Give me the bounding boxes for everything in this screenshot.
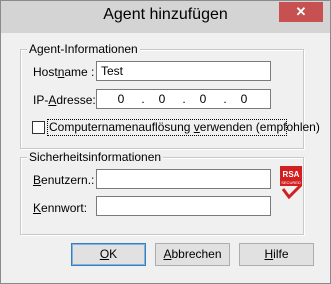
ok-button[interactable]: OK xyxy=(71,243,146,266)
check-icon xyxy=(281,183,303,200)
dialog-content: Agent-Informationen Hostname : Test IP-A… xyxy=(9,33,322,276)
ip-separator: . xyxy=(223,92,227,106)
hostname-field[interactable]: Test xyxy=(96,61,271,81)
rsa-logo-text: RSA xyxy=(283,170,300,179)
name-resolution-label[interactable]: Computernamenauflösung verwenden (empfoh… xyxy=(49,120,320,134)
password-label: Kennwort: xyxy=(33,201,88,215)
ip-octet-3[interactable]: 0 xyxy=(193,92,213,106)
close-icon: ✕ xyxy=(295,4,307,19)
title-bar[interactable]: Agent hinzufügen ✕ xyxy=(1,1,330,33)
ip-octet-2[interactable]: 0 xyxy=(152,92,172,106)
close-button[interactable]: ✕ xyxy=(279,2,323,22)
ip-separator: . xyxy=(141,92,145,106)
help-button[interactable]: Hilfe xyxy=(239,243,314,266)
agent-info-legend: Agent-Informationen xyxy=(27,42,140,56)
rsa-logo-subtext: SECURED xyxy=(281,180,301,185)
name-resolution-checkbox[interactable] xyxy=(32,121,45,134)
dialog-window: Agent hinzufügen ✕ Agent-Informationen H… xyxy=(0,0,331,284)
hostname-label: Hostname : xyxy=(33,65,95,79)
security-info-legend: Sicherheitsinformationen xyxy=(27,150,164,164)
ip-separator: . xyxy=(182,92,186,106)
ip-address-label: IP-Adresse: xyxy=(33,93,96,107)
ip-address-field[interactable]: 0 . 0 . 0 . 0 xyxy=(96,89,271,109)
cancel-button[interactable]: Abbrechen xyxy=(155,243,230,266)
rsa-secured-logo: RSA SECURED xyxy=(280,166,303,200)
username-label: Benutzern.: xyxy=(33,173,95,187)
password-field[interactable] xyxy=(96,196,271,216)
ip-octet-1[interactable]: 0 xyxy=(111,92,131,106)
username-field[interactable] xyxy=(96,169,271,189)
ip-octet-4[interactable]: 0 xyxy=(234,92,254,106)
